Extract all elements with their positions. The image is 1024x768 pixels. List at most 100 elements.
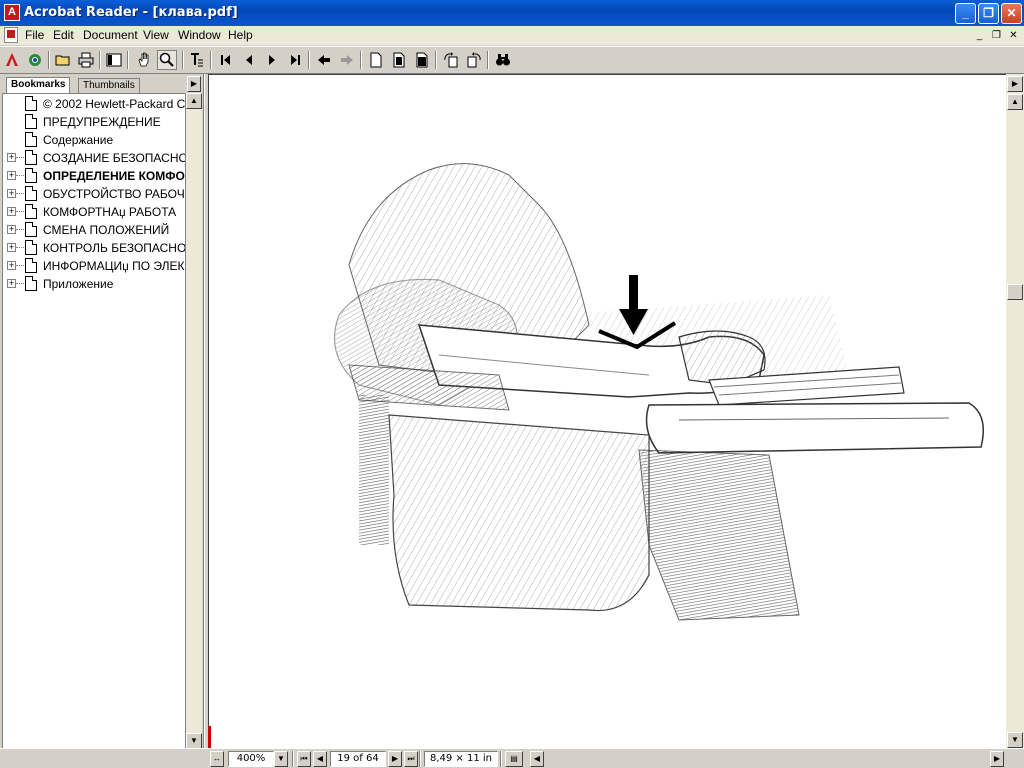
expand-plus-icon[interactable]: + <box>7 171 16 180</box>
bookmark-label: Приложение <box>43 277 114 291</box>
page-size-field: 8,49 × 11 in <box>424 751 498 767</box>
first-page-icon[interactable] <box>216 50 236 70</box>
doc-scroll-up-icon[interactable]: ▲ <box>1007 94 1023 110</box>
bookmark-page-icon <box>25 222 37 237</box>
tab-thumbnails[interactable]: Thumbnails <box>78 78 140 94</box>
bookmark-item[interactable]: + ИНФОРМАЦИџ ПО ЭЛЕК <box>3 257 185 275</box>
doc-close-button[interactable]: ✕ <box>1006 29 1021 43</box>
tree-connector <box>16 211 24 212</box>
status-next-page-icon[interactable]: ▶ <box>388 751 402 767</box>
bookmark-item[interactable]: © 2002 Hewlett-Packard C <box>3 95 185 113</box>
next-page-icon[interactable] <box>262 50 282 70</box>
menu-help[interactable]: Help <box>228 28 253 42</box>
acrobat-logo-icon[interactable] <box>2 50 22 70</box>
zoom-dropdown-icon[interactable]: ▼ <box>274 751 288 767</box>
menu-window[interactable]: Window <box>178 28 221 42</box>
bookmark-item[interactable]: + СОЗДАНИЕ БЕЗОПАСНО <box>3 149 186 167</box>
status-last-page-icon[interactable]: ⏭ <box>404 751 418 767</box>
bookmark-page-icon <box>25 168 37 183</box>
expand-plus-icon[interactable]: + <box>7 225 16 234</box>
toolbar <box>0 46 1024 74</box>
last-page-icon[interactable] <box>285 50 305 70</box>
bookmark-label: ОПРЕДЕЛЕНИЕ КОМФОР <box>43 169 186 183</box>
zoom-tool-icon[interactable] <box>157 50 177 70</box>
scroll-down-icon[interactable]: ▼ <box>186 733 202 749</box>
go-forward-icon[interactable] <box>337 50 357 70</box>
pane-menu-arrow-icon[interactable]: ▶ <box>187 76 201 92</box>
actual-size-icon[interactable] <box>366 50 386 70</box>
menu-document[interactable]: Document <box>83 28 138 42</box>
page-number-field[interactable]: 19 of 64 <box>330 751 386 767</box>
find-icon[interactable] <box>493 50 513 70</box>
bookmark-item[interactable]: + Приложение <box>3 275 185 293</box>
bookmark-label: СОЗДАНИЕ БЕЗОПАСНО <box>43 151 186 165</box>
rotate-right-icon[interactable] <box>464 50 484 70</box>
bookmark-item[interactable]: + КОНТРОЛЬ БЕЗОПАСНО <box>3 239 185 257</box>
acrobat-app-icon[interactable]: A <box>4 4 20 21</box>
tree-connector <box>16 229 24 230</box>
document-view[interactable] <box>208 74 1006 750</box>
menu-file[interactable]: File <box>25 28 44 42</box>
zoom-field[interactable]: 400% <box>228 751 274 767</box>
previous-page-icon[interactable] <box>239 50 259 70</box>
expand-plus-icon[interactable]: + <box>7 279 16 288</box>
page-layout-icon[interactable]: ▤ <box>505 751 523 767</box>
bookmark-label: Содержание <box>43 133 114 147</box>
hand-tool-icon[interactable] <box>134 50 154 70</box>
tree-connector <box>16 283 24 284</box>
print-icon[interactable] <box>76 50 96 70</box>
status-first-page-icon[interactable]: ⏮ <box>297 751 311 767</box>
navigation-pane: Bookmarks Thumbnails ▶ © 2002 Hewlett-Pa… <box>0 74 204 765</box>
vertical-scroll-thumb[interactable] <box>1007 284 1023 300</box>
close-button[interactable]: ✕ <box>1001 3 1022 24</box>
expand-plus-icon[interactable]: + <box>7 189 16 198</box>
expand-plus-icon[interactable]: + <box>7 153 16 162</box>
document-vertical-scrollbar[interactable]: ▶ ▲ ▼ <box>1006 74 1024 750</box>
expand-plus-icon[interactable]: + <box>7 207 16 216</box>
tree-connector <box>16 175 24 176</box>
text-select-tool-icon[interactable] <box>187 50 207 70</box>
bookmark-item[interactable]: + ОБУСТРОЙСТВО РАБОЧ <box>3 185 185 203</box>
window-title: Acrobat Reader - [клава.pdf] <box>24 5 238 20</box>
document-menu-icon[interactable] <box>4 27 18 43</box>
h-scroll-right-icon[interactable]: ▶ <box>990 751 1004 767</box>
bookmark-item[interactable]: Содержание <box>3 131 185 149</box>
doc-minimize-button[interactable]: _ <box>972 29 987 43</box>
title-bar: A Acrobat Reader - [клава.pdf] _ ❐ ✕ <box>0 0 1024 26</box>
bookmark-list: © 2002 Hewlett-Packard C ПРЕДУПРЕЖДЕНИЕ Со… <box>2 93 186 749</box>
h-scroll-left-icon[interactable]: ◀ <box>530 751 544 767</box>
bookmark-item[interactable]: + ОПРЕДЕЛЕНИЕ КОМФОР <box>3 167 186 185</box>
scroll-up-icon[interactable]: ▲ <box>186 93 202 109</box>
bookmark-page-icon <box>25 132 37 147</box>
menu-bar: File Edit Document View Window Help _ ❐ … <box>0 26 1024 45</box>
bookmark-label: СМЕНА ПОЛОЖЕНИЙ <box>43 223 170 237</box>
fit-width-icon[interactable] <box>412 50 432 70</box>
split-handle-icon[interactable]: ↔ <box>210 751 224 767</box>
show-navigation-pane-icon[interactable] <box>104 50 124 70</box>
page-edge-marker <box>208 726 211 748</box>
doc-restore-button[interactable]: ❐ <box>989 29 1004 43</box>
go-online-icon[interactable] <box>25 50 45 70</box>
bookmark-item[interactable]: + КОМФОРТНАџ РАБОТА <box>3 203 185 221</box>
bookmark-label: КОМФОРТНАџ РАБОТА <box>43 205 177 219</box>
menu-view[interactable]: View <box>143 28 169 42</box>
bookmark-item[interactable]: + СМЕНА ПОЛОЖЕНИЙ <box>3 221 185 239</box>
open-icon[interactable] <box>53 50 73 70</box>
doc-scroll-down-icon[interactable]: ▼ <box>1007 732 1023 748</box>
go-back-icon[interactable] <box>314 50 334 70</box>
bookmark-item[interactable]: ПРЕДУПРЕЖДЕНИЕ <box>3 113 185 131</box>
minimize-button[interactable]: _ <box>955 3 976 24</box>
expand-plus-icon[interactable]: + <box>7 243 16 252</box>
rotate-left-icon[interactable] <box>441 50 461 70</box>
bookmark-label: ПРЕДУПРЕЖДЕНИЕ <box>43 115 161 129</box>
fit-page-icon[interactable] <box>389 50 409 70</box>
bookmark-page-icon <box>25 96 37 111</box>
bookmark-vertical-scrollbar[interactable]: ▲ ▼ <box>186 93 202 749</box>
pane-expand-arrow-icon[interactable]: ▶ <box>1007 76 1023 92</box>
tab-bookmarks[interactable]: Bookmarks <box>6 77 71 94</box>
restore-button[interactable]: ❐ <box>978 3 999 24</box>
pencil-sketch-illustration <box>333 163 984 621</box>
status-previous-page-icon[interactable]: ◀ <box>313 751 327 767</box>
expand-plus-icon[interactable]: + <box>7 261 16 270</box>
menu-edit[interactable]: Edit <box>53 28 74 42</box>
